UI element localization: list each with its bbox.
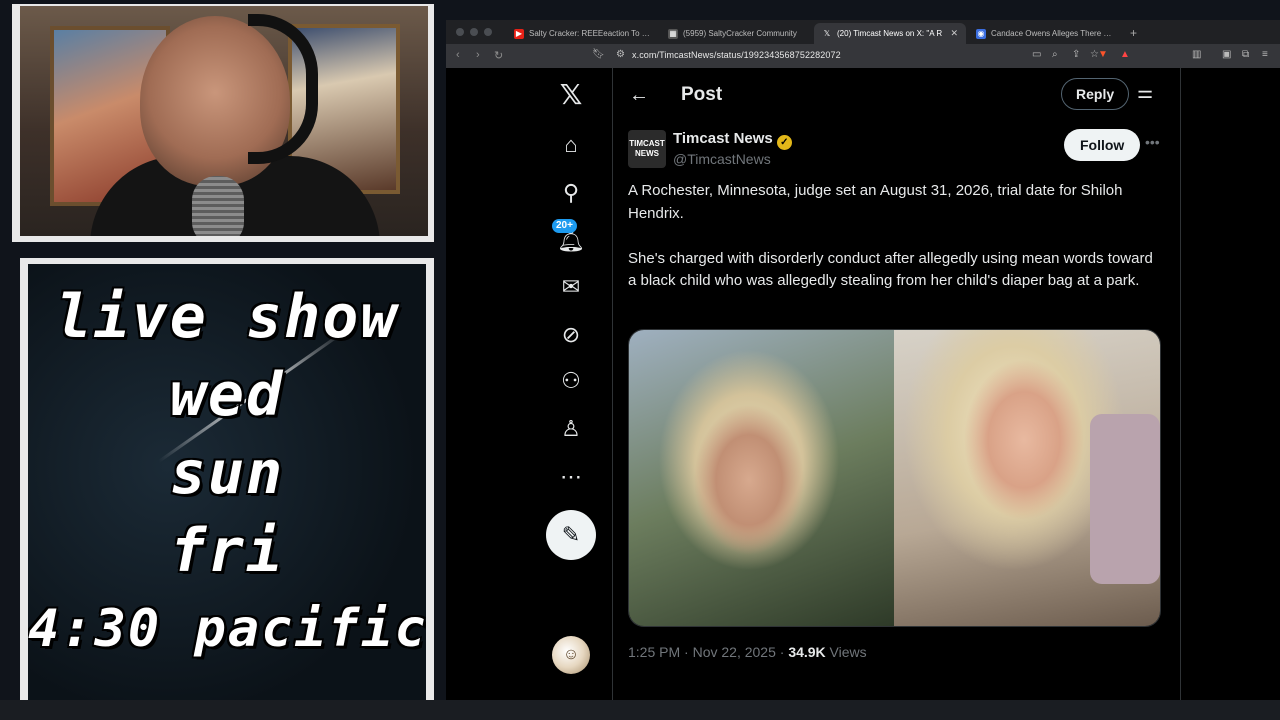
tab-title: Candace Owens Alleges There is a [991,29,1112,38]
phone-in-photo [1090,414,1160,584]
schedule-line: wed [169,360,285,430]
x-icon: 𝕏 [823,28,831,38]
verified-badge-icon: ✓ [776,135,792,150]
back-nav-icon[interactable]: ‹ [456,49,460,61]
new-tab-icon[interactable]: + [1130,26,1137,40]
post-timestamp[interactable]: 1:25 PM · Nov 22, 2025 · [628,644,788,660]
globe-icon: ◉ [976,28,986,39]
x-nav-sidebar: 𝕏 ⌂ ⚲ 🔔︎ 20+ ✉ ⊘ ⚇ ♙ ⋯ ✎ ☺ [546,68,596,700]
messages-icon[interactable]: ✉ [546,274,596,300]
grok-icon[interactable]: ⊘ [546,322,596,348]
compose-post-icon[interactable]: ✎ [546,510,596,560]
menu-icon[interactable]: ≡ [1262,49,1268,60]
tab-community[interactable]: ▦ (5959) SaltyCracker Community [660,23,812,44]
grid-icon: ▦ [668,28,678,39]
media-photo-left[interactable] [629,330,894,626]
schedule-line: live show [55,282,399,352]
schedule-card: live show wed sun fri 4:30 pacific [28,264,426,714]
webcam-feed [20,6,428,236]
post-meta: 1:25 PM · Nov 22, 2025 · 34.9K Views [628,644,867,660]
post-paragraph: She's charged with disorderly conduct af… [628,249,1153,290]
schedule-line: 4:30 pacific [28,599,426,659]
zoom-icon[interactable]: ⌕ [1052,49,1058,60]
schedule-line: fri [169,516,285,586]
more-options-icon[interactable]: ⋯ [546,464,596,490]
post-column: ← Post Reply ⚌ TIMCAST NEWS Timcast News… [613,68,1180,700]
close-tab-icon[interactable]: ✕ [950,28,958,39]
x-logo-icon[interactable]: 𝕏 [546,78,596,111]
microphone [192,176,244,236]
post-media[interactable] [628,329,1161,627]
close-window-dot[interactable] [456,28,464,36]
site-info-icon[interactable]: ⚙ [616,49,625,60]
back-arrow-icon[interactable]: ← [629,84,649,107]
window-controls [456,28,492,36]
notifications-icon[interactable]: 🔔︎ 20+ [546,219,596,254]
tab-salty-reaction[interactable]: ▶ Salty Cracker: REEEeaction To Co [506,23,658,44]
browser-window: ▶ Salty Cracker: REEEeaction To Co ▦ (59… [446,20,1280,700]
account-logo[interactable]: TIMCAST NEWS [628,130,666,168]
page-title: Post [681,84,723,105]
notifications-badge: 20+ [552,219,577,233]
post-body: A Rochester, Minnesota, judge set an Aug… [628,180,1158,315]
bottom-bar [0,700,1280,720]
extensions-icon[interactable]: ⧉ [1242,49,1249,60]
author-name-row[interactable]: Timcast News ✓ [673,130,792,150]
bookmark-icon[interactable]: 🔖︎ [592,49,605,60]
author-handle[interactable]: @TimcastNews [673,151,771,167]
filter-settings-icon[interactable]: ⚌ [1137,82,1153,103]
media-photo-right[interactable] [894,330,1160,626]
reply-button[interactable]: Reply [1061,78,1130,110]
post-more-icon[interactable]: ••• [1145,134,1160,150]
schedule-text: live show wed sun fri 4:30 pacific [28,278,426,668]
follow-button[interactable]: Follow [1064,129,1141,161]
tab-timcast-post[interactable]: 𝕏 (20) Timcast News on X: "A R ✕ [814,23,966,44]
views-count: 34.9K [788,644,826,660]
tab-title: Salty Cracker: REEEeaction To Co [529,29,650,38]
forward-nav-icon[interactable]: › [476,49,480,61]
profile-icon[interactable]: ♙ [546,416,596,442]
schedule-line: sun [169,438,285,508]
home-icon[interactable]: ⌂ [546,132,596,158]
reload-icon[interactable]: ↻ [494,49,503,62]
address-bar[interactable]: x.com/TimcastNews/status/199234356875228… [632,50,841,60]
maximize-window-dot[interactable] [484,28,492,36]
user-avatar[interactable]: ☺ [552,636,590,674]
x-page: 𝕏 ⌂ ⚲ 🔔︎ 20+ ✉ ⊘ ⚇ ♙ ⋯ ✎ ☺ ← Post Reply [446,68,1280,700]
author-name[interactable]: Timcast News [673,130,773,147]
sidebar-toggle-icon[interactable]: ▥ [1192,49,1201,60]
minimize-window-dot[interactable] [470,28,478,36]
tab-title: (5959) SaltyCracker Community [683,29,797,38]
views-label: Views [825,644,867,660]
brave-shield-icon[interactable]: ▼ [1098,49,1108,60]
tab-bar: ▶ Salty Cracker: REEEeaction To Co ▦ (59… [446,20,1280,44]
search-icon[interactable]: ⚲ [546,180,596,206]
youtube-icon: ▶ [514,28,524,39]
stream-layout: live show wed sun fri 4:30 pacific ▶ Sal… [0,0,1280,720]
share-icon[interactable]: ⇪ [1072,49,1080,60]
cast-icon[interactable]: ▭ [1032,49,1041,60]
brave-rewards-icon[interactable]: ▲ [1120,49,1130,60]
tab-candace[interactable]: ◉ Candace Owens Alleges There is a [968,23,1120,44]
tab-title: (20) Timcast News on X: "A R [837,29,943,38]
column-divider [1180,68,1181,700]
wallet-icon[interactable]: ▣ [1222,49,1231,60]
post-paragraph: A Rochester, Minnesota, judge set an Aug… [628,182,1123,222]
communities-icon[interactable]: ⚇ [546,368,596,394]
browser-toolbar: ‹ › ↻ 🔖︎ ⚙ x.com/TimcastNews/status/1992… [446,44,1280,68]
